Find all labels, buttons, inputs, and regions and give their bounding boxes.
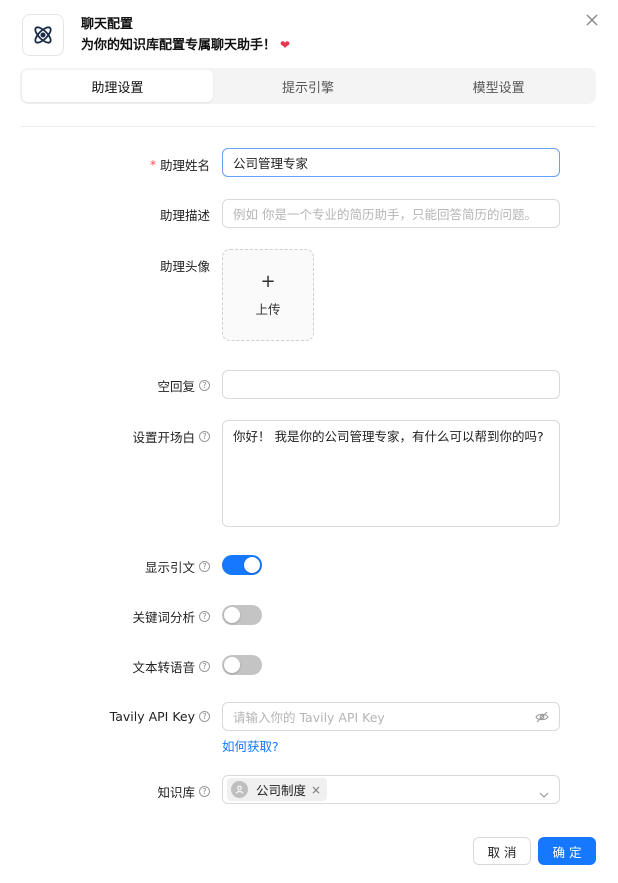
modal-title: 聊天配置 — [81, 16, 134, 32]
user-avatar-icon — [231, 781, 248, 798]
help-icon[interactable]: ? — [199, 561, 210, 572]
tts-label: 文本转语音 ? — [132, 657, 210, 676]
empty-reply-label-text: 空回复 — [157, 379, 195, 394]
chevron-down-icon[interactable] — [539, 785, 549, 798]
opener-value: 你好！ 我是你的公司管理专家，有什么可以帮到你的吗? — [233, 429, 544, 444]
upload-label: 上传 — [255, 301, 281, 317]
help-icon[interactable]: ? — [199, 431, 210, 442]
tab-assistant-settings[interactable]: 助理设置 — [22, 70, 213, 102]
assistant-desc-label-text: 助理描述 — [159, 208, 210, 223]
heart-icon: ❤ — [280, 37, 291, 52]
opener-label-text: 设置开场白 — [132, 430, 195, 445]
knowledge-base-select[interactable]: 公司制度 × — [222, 775, 560, 804]
toggle-knob — [244, 557, 260, 573]
cancel-button[interactable]: 取 消 — [473, 837, 531, 865]
empty-reply-label: 空回复 ? — [157, 376, 210, 395]
toggle-knob — [224, 607, 240, 623]
keyword-analysis-label: 关键词分析 ? — [132, 607, 210, 626]
help-icon[interactable]: ? — [199, 380, 210, 391]
modal-header: 聊天配置 为你的知识库配置专属聊天助手！ ❤ — [22, 14, 290, 56]
required-mark: * — [149, 157, 156, 172]
opener-textarea[interactable]: 你好！ 我是你的公司管理专家，有什么可以帮到你的吗? — [222, 420, 560, 527]
tab-model-settings[interactable]: 模型设置 — [403, 70, 594, 102]
tts-toggle[interactable] — [222, 655, 262, 675]
tavily-key-input[interactable]: 请输入你的 Tavily API Key — [222, 702, 560, 731]
assistant-desc-label: 助理描述 — [160, 205, 210, 224]
how-to-get-link[interactable]: 如何获取? — [222, 736, 279, 755]
kb-tag-label: 公司制度 — [256, 783, 307, 798]
toggle-knob — [224, 657, 240, 673]
knowledge-base-label: 知识库 ? — [157, 782, 210, 801]
help-icon[interactable]: ? — [199, 786, 210, 797]
help-icon[interactable]: ? — [199, 711, 210, 722]
empty-reply-input[interactable] — [222, 370, 560, 399]
confirm-button[interactable]: 确 定 — [538, 837, 596, 865]
help-icon[interactable]: ? — [199, 661, 210, 672]
tavily-key-label-text: Tavily API Key — [109, 709, 195, 724]
settings-tabs: 助理设置 提示引擎 模型设置 — [20, 68, 596, 104]
keyword-analysis-label-text: 关键词分析 — [132, 610, 195, 625]
show-quote-label-text: 显示引文 — [144, 560, 195, 575]
close-icon[interactable] — [584, 12, 600, 28]
chat-config-modal: 聊天配置 为你的知识库配置专属聊天助手！ ❤ 助理设置 提示引擎 模型设置 * 助… — [0, 0, 618, 883]
help-icon[interactable]: ? — [199, 611, 210, 622]
opener-label: 设置开场白 ? — [132, 427, 210, 446]
assistant-name-value: 公司管理专家 — [233, 156, 309, 171]
assistant-name-input[interactable]: 公司管理专家 — [222, 148, 560, 177]
tavily-key-placeholder: 请输入你的 Tavily API Key — [233, 710, 385, 725]
modal-subtitle: 为你的知识库配置专属聊天助手！ ❤ — [81, 36, 290, 55]
atom-icon — [22, 14, 64, 56]
knowledge-base-label-text: 知识库 — [157, 785, 195, 800]
assistant-avatar-label-text: 助理头像 — [159, 259, 210, 274]
kb-tag: 公司制度 × — [227, 778, 328, 801]
show-quote-label: 显示引文 ? — [145, 557, 210, 576]
tab-prompt-engine[interactable]: 提示引擎 — [213, 70, 404, 102]
keyword-analysis-toggle[interactable] — [222, 605, 262, 625]
assistant-name-label-text: 助理姓名 — [159, 158, 210, 173]
tavily-key-label: Tavily API Key ? — [110, 709, 210, 724]
tts-label-text: 文本转语音 — [132, 660, 195, 675]
assistant-avatar-label: 助理头像 — [160, 256, 210, 275]
subtitle-text: 为你的知识库配置专属聊天助手！ — [81, 37, 277, 53]
avatar-upload-button[interactable]: + 上传 — [222, 249, 314, 341]
assistant-desc-placeholder: 例如 你是一个专业的简历助手，只能回答简历的问题。 — [233, 207, 537, 222]
assistant-name-label: * 助理姓名 — [150, 155, 210, 174]
show-quote-toggle[interactable] — [222, 555, 262, 575]
assistant-desc-input[interactable]: 例如 你是一个专业的简历助手，只能回答简历的问题。 — [222, 199, 560, 228]
plus-icon: + — [260, 270, 276, 292]
divider — [20, 126, 596, 127]
tag-close-icon[interactable]: × — [311, 783, 321, 797]
eye-off-icon[interactable] — [535, 711, 549, 723]
